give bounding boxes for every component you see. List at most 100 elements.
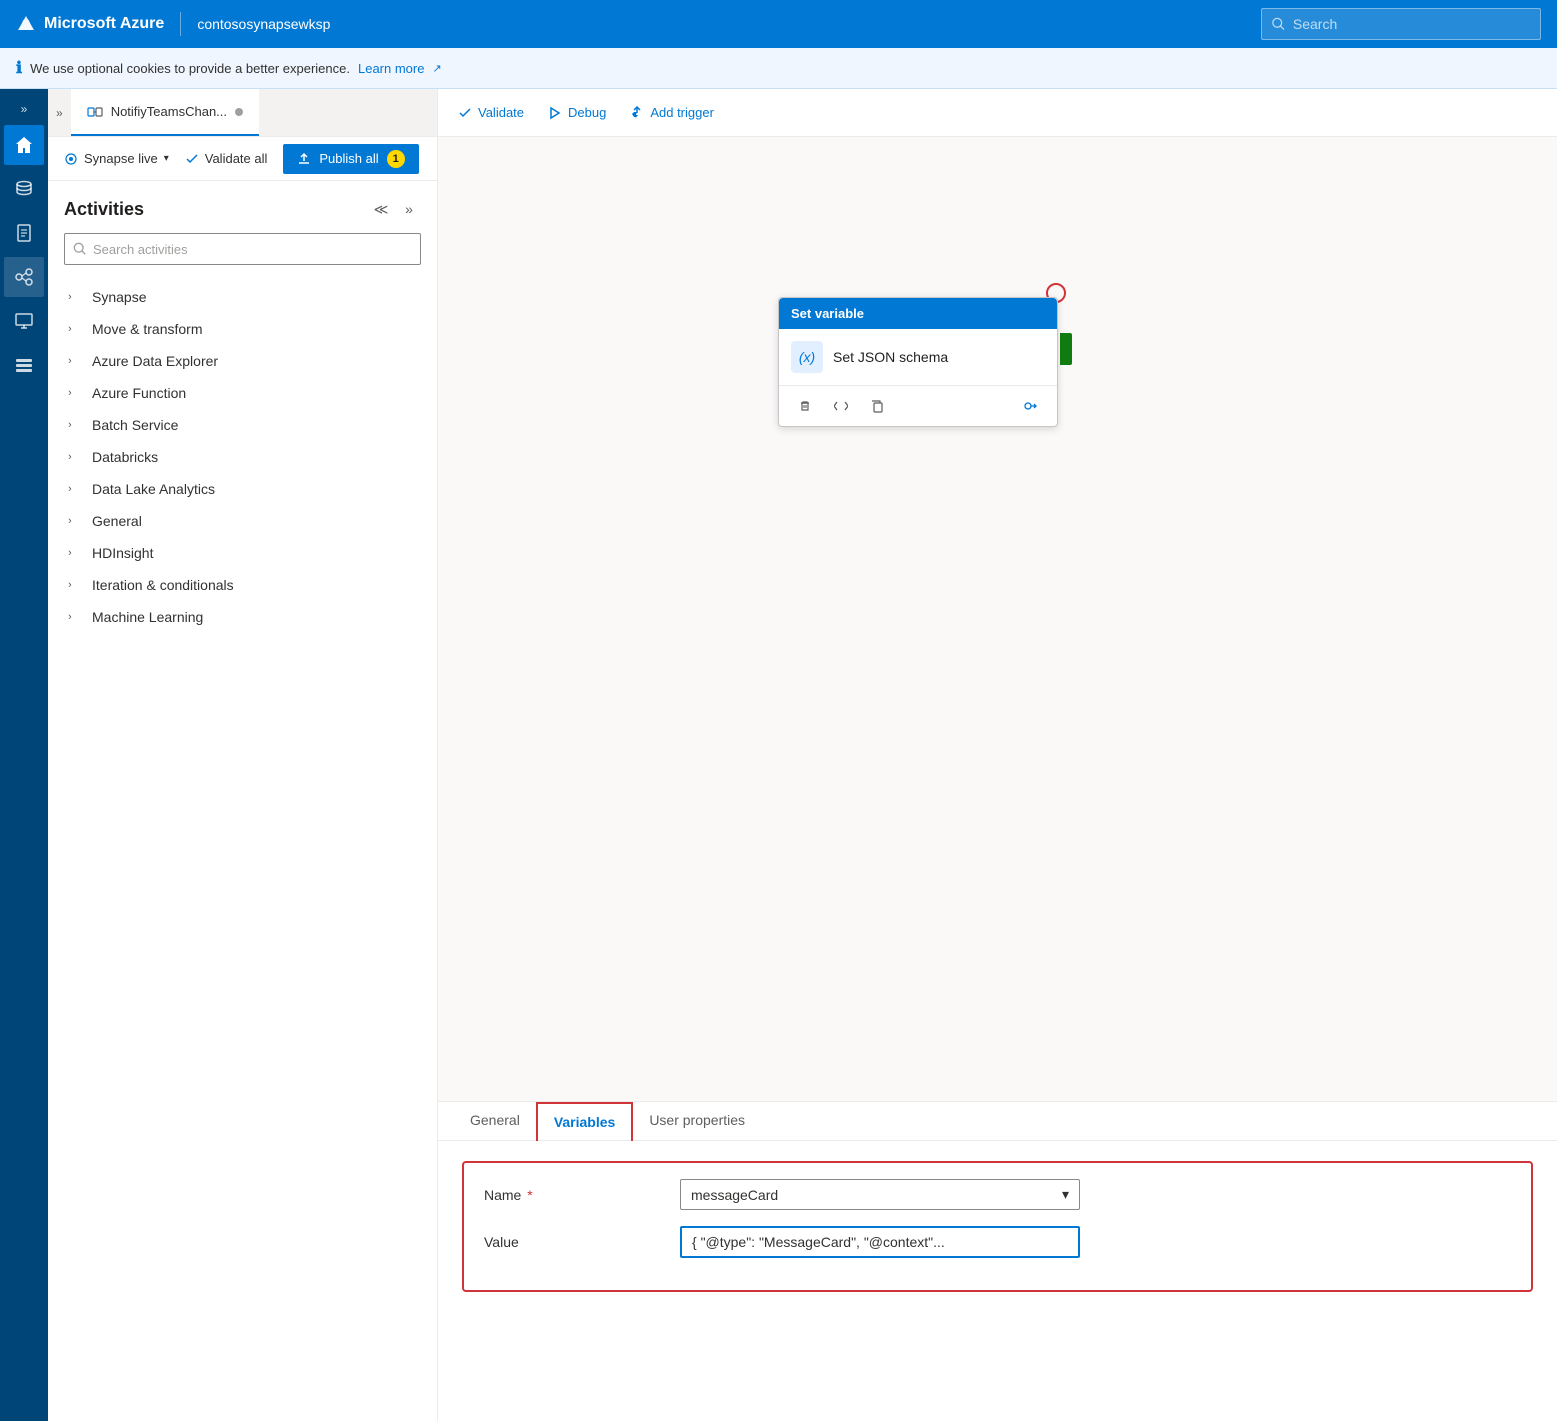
value-input[interactable] [680,1226,1080,1258]
activity-item-synapse[interactable]: › Synapse [64,281,421,313]
search-input[interactable] [1293,16,1530,32]
chevron-right-icon: › [68,387,84,399]
activity-item-batch-service[interactable]: › Batch Service [64,409,421,441]
pipeline-node-name: Set JSON schema [833,349,948,365]
name-row: Name * messageCard ▾ [484,1179,1511,1210]
pipeline-tab[interactable]: NotifiyTeamsChan... [71,89,259,136]
activity-item-general[interactable]: › General [64,505,421,537]
select-chevron-icon: ▾ [1062,1186,1069,1203]
validate-icon [185,152,199,166]
tab-expand-btn[interactable]: » [48,89,71,136]
code-activity-btn[interactable] [827,392,855,420]
pipeline-node-variable-icon: (x) [791,341,823,373]
sidebar-item-home[interactable] [4,125,44,165]
form-section: Name * messageCard ▾ Value [462,1161,1533,1292]
chevron-right-icon: › [68,323,84,335]
publish-icon [297,152,311,166]
success-connector [1060,333,1072,365]
activities-panel: » NotifiyTeamsChan... Synapse live [48,89,438,1421]
pipeline-node[interactable]: Set variable (x) Set JSON schema [778,297,1058,427]
code-icon [834,399,848,413]
activity-item-azure-function[interactable]: › Azure Function [64,377,421,409]
activity-item-iteration[interactable]: › Iteration & conditionals [64,569,421,601]
tab-general[interactable]: General [454,1102,536,1140]
name-label: Name * [484,1187,664,1203]
sidebar-expand-btn[interactable]: » [4,97,44,121]
trigger-icon [630,106,644,120]
pipeline-node-body: (x) Set JSON schema [779,329,1057,385]
sidebar-item-manage[interactable] [4,345,44,385]
debug-btn[interactable]: Debug [548,105,606,120]
activities-content: Activities ≪ » › Synapse [48,181,437,1421]
canvas-wrapper: Set variable (x) Set JSON schema [438,137,1557,1421]
chevron-right-icon: › [68,611,84,623]
tab-user-properties[interactable]: User properties [633,1102,761,1140]
activity-item-data-lake-analytics[interactable]: › Data Lake Analytics [64,473,421,505]
pipeline-tab-icon [87,104,103,120]
chevron-right-icon: › [68,291,84,303]
chevron-right-icon: › [68,515,84,527]
sidebar-icons: » [0,89,48,1421]
activity-item-hdinsight[interactable]: › HDInsight [64,537,421,569]
publish-all-btn[interactable]: Publish all 1 [283,144,418,174]
bottom-panel: General Variables User properties Name *… [438,1101,1557,1421]
activity-item-machine-learning[interactable]: › Machine Learning [64,601,421,633]
top-bar-divider [180,12,181,36]
validate-all-btn[interactable]: Validate all [185,151,268,166]
tab-status-dot [235,108,243,116]
top-bar: Microsoft Azure contososynapsewksp [0,0,1557,48]
integrate-icon [14,267,34,287]
collapse-btn[interactable]: ≪ [369,197,393,221]
sidebar-item-data[interactable] [4,169,44,209]
canvas-toolbar: Validate Debug Add trigger [438,89,1557,137]
activities-list: › Synapse › Move & transform › Azure Dat… [64,281,421,633]
search-icon [1272,17,1285,31]
global-search[interactable] [1261,8,1541,40]
activities-search-input[interactable] [93,242,412,257]
sidebar-item-monitor[interactable] [4,301,44,341]
copy-activity-btn[interactable] [863,392,891,420]
validate-btn[interactable]: Validate [458,105,524,120]
delete-icon [798,399,812,413]
workspace-label: contososynapsewksp [197,16,330,32]
sidebar-item-integrate[interactable] [4,257,44,297]
manage-icon [14,355,34,375]
chevron-right-icon: › [68,419,84,431]
activity-item-move-transform[interactable]: › Move & transform [64,313,421,345]
cookie-banner: ℹ We use optional cookies to provide a b… [0,48,1557,89]
synapse-env-btn[interactable]: Synapse live ▾ [64,151,169,166]
database-icon [14,179,34,199]
activities-title: Activities [64,199,144,220]
required-indicator: * [527,1187,532,1203]
delete-activity-btn[interactable] [791,392,819,420]
brand-title: Microsoft Azure [16,14,164,34]
tab-label: NotifiyTeamsChan... [111,104,227,119]
bottom-tabs: General Variables User properties [438,1102,1557,1141]
chevron-down-icon: ▾ [164,153,169,164]
monitor-icon [14,311,34,331]
sidebar-item-develop[interactable] [4,213,44,253]
cookie-text: We use optional cookies to provide a bet… [30,61,350,76]
name-select[interactable]: messageCard ▾ [680,1179,1080,1210]
tab-variables[interactable]: Variables [536,1102,634,1141]
copy-icon [870,399,884,413]
pipeline-node-actions [779,385,1057,426]
form-area: Name * messageCard ▾ Value [438,1141,1557,1312]
activity-item-databricks[interactable]: › Databricks [64,441,421,473]
chevron-right-icon: › [68,355,84,367]
activities-search-icon [73,242,87,256]
activities-search-box[interactable] [64,233,421,265]
chevron-right-icon: › [68,579,84,591]
publish-count-badge: 1 [387,150,405,168]
home-icon [14,135,34,155]
chevron-right-icon: › [68,483,84,495]
add-trigger-btn[interactable]: Add trigger [630,105,714,120]
connect-activity-btn[interactable] [1017,392,1045,420]
expand-btn[interactable]: » [397,197,421,221]
external-link-icon: ↗ [432,62,441,75]
activity-item-azure-data-explorer[interactable]: › Azure Data Explorer [64,345,421,377]
validate-check-icon [458,106,472,120]
activities-header: Activities ≪ » [64,197,421,221]
learn-more-link[interactable]: Learn more [358,61,424,76]
azure-logo-icon [16,14,36,34]
